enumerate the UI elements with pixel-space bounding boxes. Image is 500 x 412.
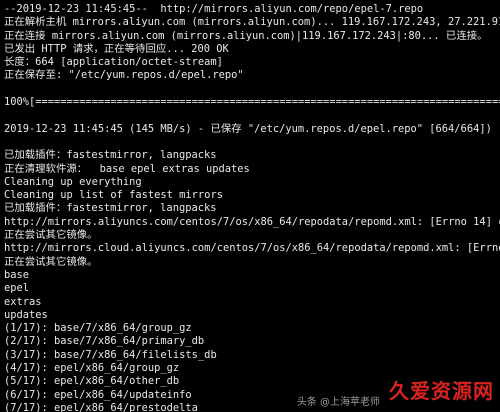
terminal-line: 正在清理软件源： base epel extras updates — [4, 162, 250, 175]
terminal-line: (3/17): base/7/x86_64/filelists_db — [4, 348, 217, 361]
terminal-line: 正在解析主机 mirrors.aliyun.com (mirrors.aliyu… — [4, 16, 500, 29]
terminal-line: (2/17): base/7/x86_64/primary_db — [4, 335, 205, 348]
watermark-subtitle: 头条 @上海苹老师 — [296, 397, 380, 408]
terminal-line: http://mirrors.cloud.aliyuncs.com/centos… — [4, 242, 500, 255]
watermark-logo: 久爱资源网 — [389, 376, 494, 406]
terminal-line: 正在尝试其它镜像。 — [4, 255, 98, 268]
terminal-line: 正在尝试其它镜像。 — [4, 229, 98, 242]
terminal-line: 2019-12-23 11:45:45 (145 MB/s) - 已保存 "/e… — [4, 122, 492, 135]
terminal-window[interactable]: --2019-12-23 11:45:45-- http://mirrors.a… — [0, 0, 500, 412]
terminal-line: updates — [4, 308, 48, 321]
terminal-line: http://mirrors.aliyuncs.com/centos/7/os/… — [4, 215, 500, 228]
watermark-logo-text: 久爱资源网 — [389, 379, 494, 403]
terminal-line: 100%[===================================… — [4, 96, 500, 109]
terminal-line: --2019-12-23 11:45:45-- http://mirrors.a… — [4, 3, 424, 15]
terminal-line: Cleaning up list of fastest mirrors — [4, 189, 223, 202]
terminal-line: 正在保存至: "/etc/yum.repos.d/epel.repo" — [4, 69, 244, 82]
terminal-line: base — [4, 268, 30, 281]
terminal-line: 长度：664 [application/octet-stream] — [4, 56, 223, 69]
terminal-line: 正在连接 mirrors.aliyun.com (mirrors.aliyun.… — [4, 29, 488, 42]
terminal-line: epel — [4, 282, 30, 295]
terminal-line: 已加载插件：fastestmirror, langpacks — [4, 202, 217, 215]
terminal-line: 已发出 HTTP 请求，正在等待回应... 200 OK — [4, 42, 229, 55]
terminal-line: Cleaning up everything — [4, 175, 142, 188]
terminal-line: (4/17): epel/x86_64/group_gz — [4, 362, 180, 375]
terminal-line: extras — [4, 295, 42, 308]
terminal-line: (1/17): base/7/x86_64/group_gz — [4, 322, 192, 335]
terminal-line: 已加载插件：fastestmirror, langpacks — [4, 149, 217, 162]
